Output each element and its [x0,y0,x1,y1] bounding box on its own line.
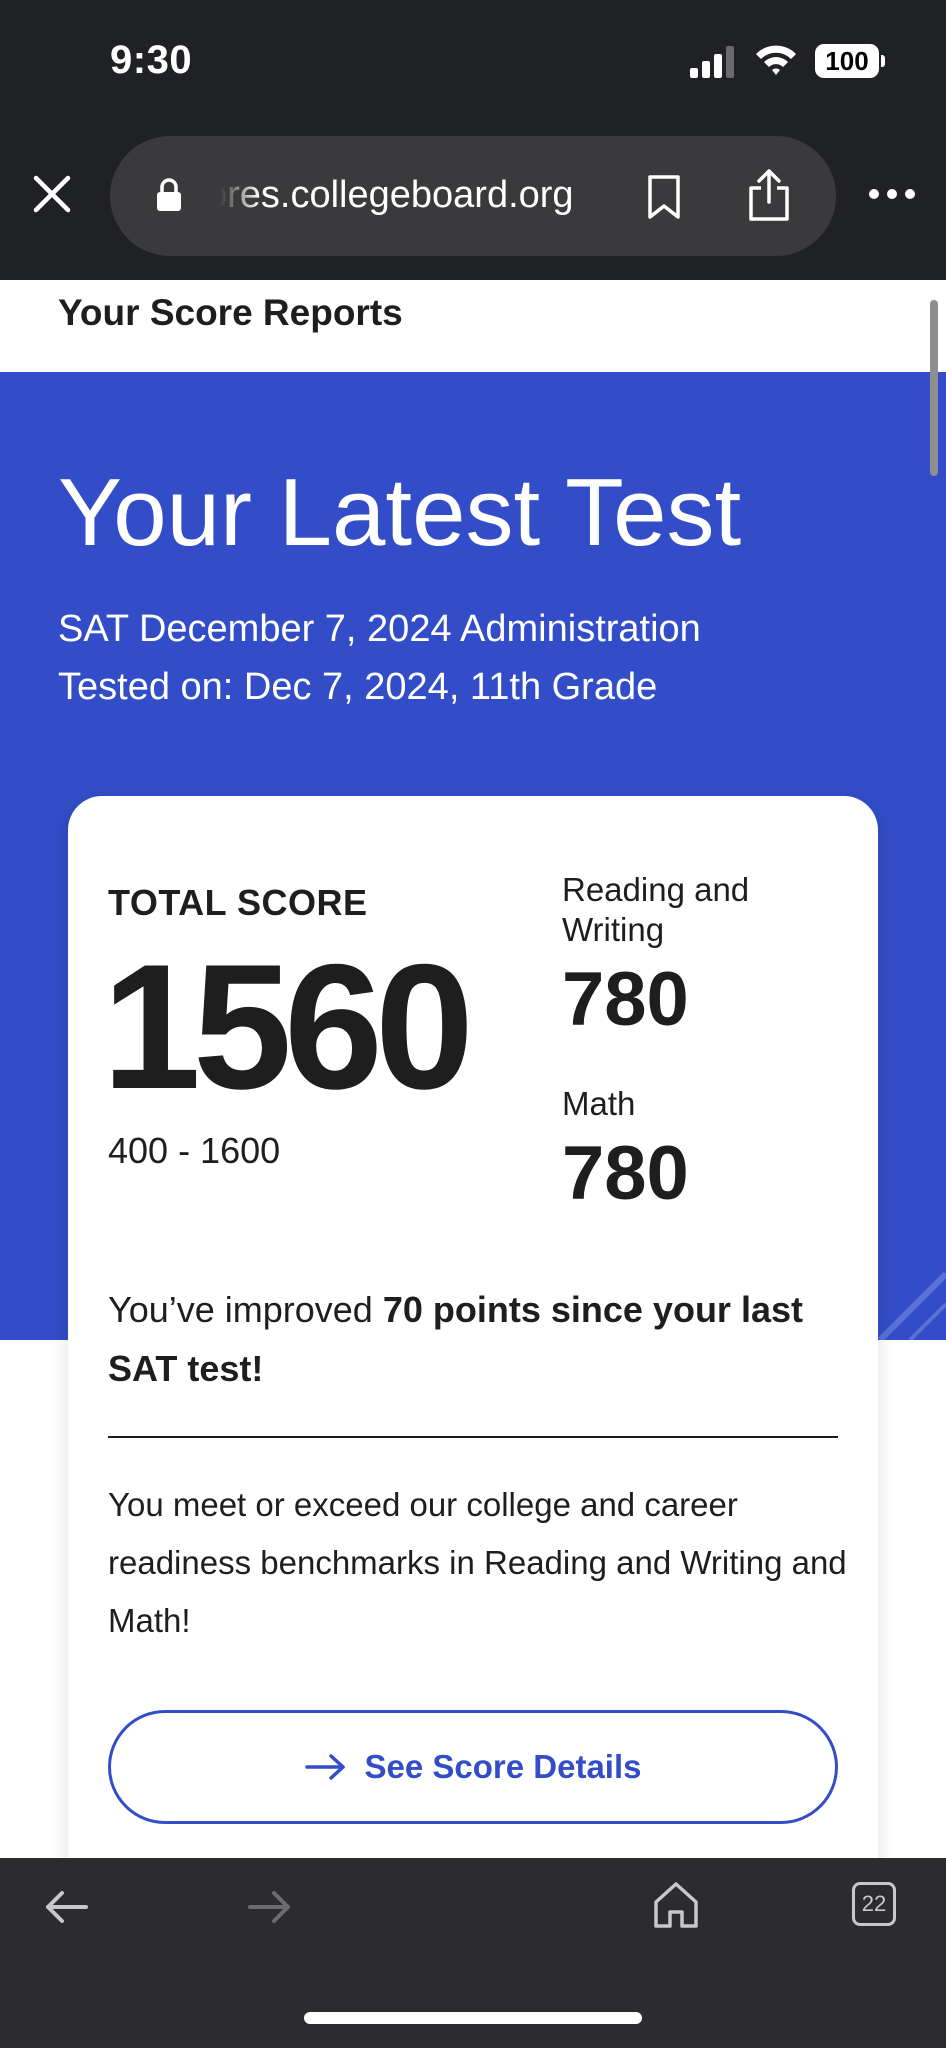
total-score-value: 1560 [102,927,474,1126]
home-icon[interactable] [652,1880,700,1930]
page-title[interactable]: Your Score Reports [58,292,403,334]
back-icon[interactable] [44,1888,90,1926]
see-score-details-label: See Score Details [364,1748,642,1785]
browser-chrome: 9:30 100 ores.collegeboard.org [0,0,946,280]
lock-icon [157,178,181,211]
math-score: 780 [562,1131,689,1216]
arrow-right-icon [304,1754,345,1780]
reading-writing-label: Reading and Writing [562,871,750,948]
close-icon[interactable] [30,172,74,216]
url-value: ores.collegeboard.org [220,174,574,216]
browser-toolbar: 22 [0,1858,946,2048]
improvement-message: You’ve improved 70 points since your las… [108,1280,848,1398]
total-score-label: TOTAL SCORE [108,882,368,923]
see-score-details-button[interactable]: See Score Details [108,1710,838,1824]
tested-on-text: Tested on: Dec 7, 2024, 11th Grade [58,666,658,708]
hero-title: Your Latest Test [58,459,742,566]
home-indicator[interactable] [304,2012,642,2024]
bookmark-icon[interactable] [644,174,684,220]
forward-icon[interactable] [246,1888,292,1926]
battery-tip [881,55,885,67]
share-icon[interactable] [746,168,792,222]
score-range: 400 - 1600 [108,1130,281,1171]
scrollbar[interactable] [930,300,938,476]
administration-text: SAT December 7, 2024 Administration [58,608,701,650]
score-card: TOTAL SCORE 1560 400 - 1600 Reading and … [68,796,878,1896]
benchmark-message: You meet or exceed our college and caree… [108,1486,847,1639]
reading-writing-score: 780 [562,957,689,1042]
page-header: Your Score Reports [0,280,946,372]
wifi-icon [756,45,796,75]
signal-icon [690,46,734,78]
tabs-button[interactable]: 22 [852,1882,896,1926]
status-time: 9:30 [110,38,193,82]
battery-indicator: 100 [815,44,879,78]
math-label: Math [562,1085,636,1122]
improvement-prefix: You’ve improved [108,1289,383,1330]
card-divider [108,1436,838,1438]
more-icon[interactable] [868,186,916,202]
url-bar[interactable]: ores.collegeboard.org [110,136,836,256]
